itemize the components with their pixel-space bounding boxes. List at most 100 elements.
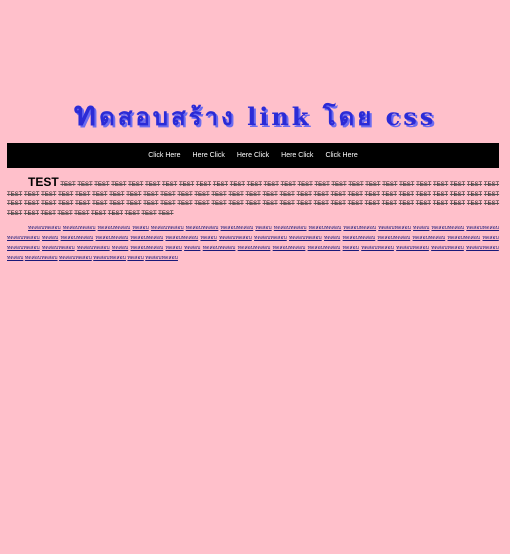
thai-link[interactable]: ทดสอบทดสอบ: [131, 245, 164, 251]
thai-link[interactable]: ทดสอบทดสอบ: [7, 245, 40, 251]
page-title-rest: ดสอบสร้าง link โดย css: [99, 102, 437, 131]
thai-link[interactable]: ทดสอบทดสอบ: [273, 245, 306, 251]
thai-link[interactable]: ทดสอบทดสอบ: [378, 225, 411, 231]
thai-link[interactable]: ทดสอบทดสอบ: [77, 245, 110, 251]
thai-link[interactable]: ทดสอบทดสอบ: [186, 225, 219, 231]
thai-link[interactable]: ทดสอบ: [343, 245, 359, 251]
thai-link[interactable]: ทดสอบทดสอบ: [447, 235, 480, 241]
thai-link[interactable]: ทดสอบทดสอบ: [96, 235, 129, 241]
test-word: TEST: [92, 201, 108, 207]
test-word: TEST: [483, 201, 500, 207]
test-word: TEST: [41, 201, 57, 207]
test-word: TEST: [364, 201, 380, 207]
nav-link-3[interactable]: Here Click: [235, 152, 271, 159]
test-word: TEST: [449, 191, 466, 198]
nav-link-4[interactable]: Here Click: [279, 152, 315, 159]
thai-link[interactable]: ทดสอบ: [200, 235, 216, 241]
test-word: TEST: [23, 210, 40, 217]
thai-link[interactable]: ทดสอบทดสอบ: [7, 235, 40, 241]
page-title-first-letter: ท: [73, 94, 100, 134]
thai-link[interactable]: ทดสอบทดสอบ: [98, 225, 131, 231]
thai-link[interactable]: ทดสอบ: [165, 245, 181, 251]
thai-link[interactable]: ทดสอบ: [255, 225, 271, 231]
thai-link[interactable]: ทดสอบทดสอบ: [42, 245, 75, 251]
nav-link-2[interactable]: Here Click: [191, 152, 227, 159]
test-word: TEST: [347, 201, 363, 207]
test-word: TEST: [126, 201, 142, 207]
test-word: TEST: [262, 201, 278, 207]
thai-link[interactable]: ทดสอบทดสอบ: [413, 235, 446, 241]
test-word: TEST: [228, 201, 244, 207]
thai-link[interactable]: ทดสอบทดสอบ: [309, 225, 342, 231]
thai-link[interactable]: ทดสอบทดสอบ: [28, 225, 61, 231]
thai-link[interactable]: ทดสอบ: [127, 255, 143, 261]
thai-link[interactable]: ทดสอบทดสอบ: [165, 235, 198, 241]
test-word: TEST: [75, 201, 91, 207]
test-word: TEST: [416, 182, 432, 188]
test-word: TEST: [7, 201, 23, 207]
test-word: TEST: [415, 201, 431, 207]
test-word: TEST: [381, 201, 397, 207]
thai-link[interactable]: ทดสอบทดสอบ: [361, 245, 394, 251]
thai-link[interactable]: ทดสอบ: [132, 225, 148, 231]
test-word: TEST: [177, 191, 193, 198]
thai-link[interactable]: ทดสอบ: [112, 245, 128, 251]
thai-link[interactable]: ทดสอบทดสอบ: [61, 235, 94, 241]
test-text-block: TEST TEST TEST TEST TEST TEST TEST TEST …: [7, 176, 500, 219]
test-word: TEST: [348, 182, 364, 188]
thai-link[interactable]: ทดสอบทดสอบ: [466, 245, 499, 251]
thai-link[interactable]: ทดสอบ: [413, 225, 429, 231]
thai-link[interactable]: ทดสอบทดสอบ: [221, 225, 254, 231]
test-word: TEST: [364, 191, 380, 198]
test-word: TEST: [432, 191, 449, 198]
nav-link-1[interactable]: Click Here: [146, 152, 182, 159]
thai-link[interactable]: ทดสอบทดสอบ: [274, 225, 307, 231]
test-word: TEST: [177, 201, 193, 207]
thai-link[interactable]: ทดสอบทดสอบ: [238, 245, 271, 251]
thai-link[interactable]: ทดสอบทดสอบ: [378, 235, 411, 241]
nav-link-5[interactable]: Click Here: [323, 152, 359, 159]
test-word: TEST: [415, 191, 431, 198]
test-word: TEST: [126, 191, 142, 198]
thai-link[interactable]: ทดสอบทดสอบ: [343, 225, 376, 231]
test-word: TEST: [347, 191, 363, 198]
test-word: TEST: [7, 191, 23, 198]
test-word: TEST: [398, 191, 414, 198]
thai-link[interactable]: ทดสอบทดสอบ: [63, 225, 96, 231]
thai-link[interactable]: ทดสอบทดสอบ: [431, 225, 464, 231]
thai-link[interactable]: ทดสอบทดสอบ: [466, 225, 499, 231]
test-word: TEST: [143, 201, 159, 207]
test-word: TEST: [40, 210, 56, 217]
thai-link[interactable]: ทดสอบ: [7, 255, 23, 261]
test-word: TEST: [313, 191, 329, 198]
thai-link[interactable]: ทดสอบทดสอบ: [396, 245, 429, 251]
thai-link[interactable]: ทดสอบทดสอบ: [151, 225, 184, 231]
test-word: TEST: [262, 191, 278, 198]
thai-link[interactable]: ทดสอบทดสอบ: [25, 255, 58, 261]
test-word: TEST: [331, 182, 347, 188]
thai-link[interactable]: ทดสอบ: [324, 235, 340, 241]
test-word: TEST: [7, 210, 23, 217]
test-word: TEST: [245, 191, 261, 198]
test-word: TEST: [92, 191, 108, 198]
thai-link[interactable]: ทดสอบทดสอบ: [308, 245, 341, 251]
test-word: TEST: [432, 201, 449, 207]
thai-link[interactable]: ทดสอบทดสอบ: [431, 245, 464, 251]
thai-link[interactable]: ทดสอบทดสอบ: [145, 255, 178, 261]
thai-link[interactable]: ทดสอบทดสอบ: [219, 235, 252, 241]
test-word: TEST: [90, 210, 107, 217]
thai-link[interactable]: ทดสอบทดสอบ: [254, 235, 287, 241]
thai-link[interactable]: ทดสอบทดสอบ: [93, 255, 126, 261]
thai-link[interactable]: ทดสอบ: [482, 235, 498, 241]
test-word: TEST: [109, 191, 125, 198]
test-word: TEST: [158, 210, 174, 217]
test-word: TEST: [58, 191, 74, 198]
thai-link[interactable]: ทดสอบทดสอบ: [289, 235, 322, 241]
thai-link[interactable]: ทดสอบทดสอบ: [131, 235, 164, 241]
thai-link[interactable]: ทดสอบทดสอบ: [343, 235, 376, 241]
test-word: TEST: [245, 201, 261, 207]
thai-link[interactable]: ทดสอบทดสอบ: [59, 255, 92, 261]
thai-link[interactable]: ทดสอบ: [184, 245, 200, 251]
thai-link[interactable]: ทดสอบทดสอบ: [203, 245, 236, 251]
thai-link[interactable]: ทดสอบ: [42, 235, 58, 241]
